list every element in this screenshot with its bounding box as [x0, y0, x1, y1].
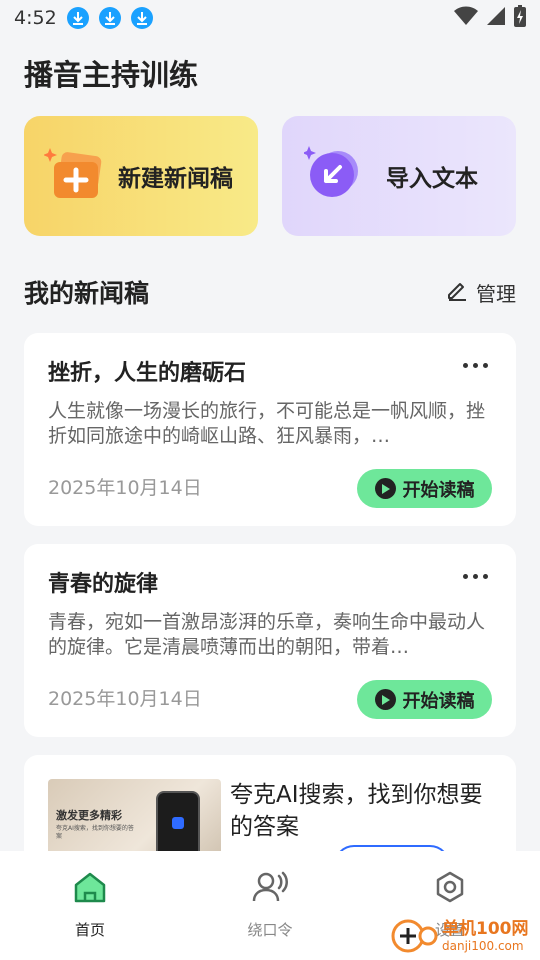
ad-text: 夸克AI搜索，找到你想要的答案: [230, 782, 483, 840]
draft-title: 挫折，人生的磨砺石: [48, 361, 247, 386]
import-text-button[interactable]: 导入文本: [282, 116, 516, 236]
status-bar: 4:52: [0, 0, 540, 36]
manage-label: 管理: [476, 282, 516, 306]
new-draft-button[interactable]: 新建新闻稿: [24, 116, 258, 236]
status-time: 4:52: [14, 7, 57, 29]
download-icon: [66, 7, 89, 29]
nav-label-tongue-twister: 绕口令: [247, 921, 293, 939]
home-icon: [73, 871, 107, 907]
watermark-text: 单机100网: [442, 919, 529, 939]
draft-excerpt: 人生就像一场漫长的旅行，不可能总是一帆风顺，挫折如同旅途中的崎岖山路、狂风暴雨，…: [48, 400, 486, 447]
manage-button[interactable]: 管理: [446, 278, 516, 307]
start-reading-button[interactable]: 开始读稿: [357, 469, 492, 508]
download-icon: [130, 7, 153, 29]
start-reading-label: 开始读稿: [402, 690, 475, 712]
signal-icon: [486, 6, 506, 30]
new-document-icon: [43, 144, 108, 208]
import-icon: [302, 145, 362, 207]
more-options-icon[interactable]: [463, 363, 488, 368]
ad-image-caption: 激发更多精彩: [56, 809, 122, 822]
nav-label-home: 首页: [74, 921, 105, 939]
wifi-icon: [454, 6, 478, 30]
page-title: 播音主持训练: [24, 58, 199, 92]
start-reading-button[interactable]: 开始读稿: [357, 680, 492, 719]
play-icon: [374, 689, 396, 710]
import-text-label: 导入文本: [386, 166, 478, 192]
nav-item-home[interactable]: 首页: [30, 871, 150, 940]
draft-card[interactable]: 挫折，人生的磨砺石 人生就像一场漫长的旅行，不可能总是一帆风顺，挫折如同旅途中的…: [24, 333, 516, 526]
draft-excerpt: 青春，宛如一首激昂澎湃的乐章，奏响生命中最动人的旋律。它是清晨喷薄而出的朝阳，带…: [48, 611, 486, 658]
speaker-person-icon: [252, 871, 288, 907]
section-title: 我的新闻稿: [24, 279, 150, 308]
start-reading-label: 开始读稿: [402, 479, 475, 501]
download-icon: [98, 7, 121, 29]
ad-image-subcaption: 夸克AI搜索，找到你想要的答案: [56, 825, 134, 840]
watermark: 单机100网 danji100.com: [390, 914, 529, 958]
draft-date: 2025年10月14日: [48, 477, 202, 499]
play-icon: [374, 478, 396, 499]
battery-charging-icon: [514, 5, 526, 31]
nav-item-tongue-twister[interactable]: 绕口令: [210, 871, 330, 940]
new-draft-label: 新建新闻稿: [118, 166, 233, 192]
draft-date: 2025年10月14日: [48, 688, 202, 710]
watermark-url: danji100.com: [442, 939, 524, 953]
draft-title: 青春的旋律: [48, 572, 159, 597]
watermark-logo-icon: [390, 914, 438, 958]
edit-icon: [446, 279, 468, 306]
settings-hexagon-icon: [434, 871, 466, 907]
more-options-icon[interactable]: [463, 574, 488, 579]
draft-card[interactable]: 青春的旋律 青春，宛如一首激昂澎湃的乐章，奏响生命中最动人的旋律。它是清晨喷薄而…: [24, 544, 516, 737]
